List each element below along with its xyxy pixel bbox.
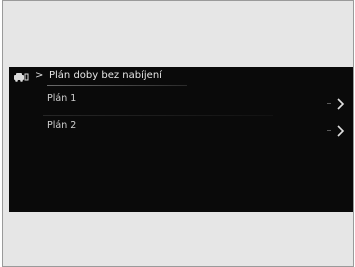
screen-header: > Plán doby bez nabíjení [9, 67, 353, 85]
row-dash [327, 130, 331, 131]
plan-1-label: Plán 1 [47, 93, 77, 104]
page-title: Plán doby bez nabíjení [49, 70, 162, 81]
chevron-right-icon [335, 96, 345, 110]
car-charging-icon [14, 71, 30, 82]
plan-2-label: Plán 2 [47, 120, 77, 131]
infotainment-screen: > Plán doby bez nabíjení Plán 1 Plán 2 [9, 67, 353, 212]
row-dash [327, 103, 331, 104]
display-frame: > Plán doby bez nabíjení Plán 1 Plán 2 [2, 0, 354, 267]
row-divider [43, 115, 273, 116]
list-item-plan-1[interactable]: Plán 1 [9, 90, 353, 116]
back-chevron-icon[interactable]: > [35, 67, 43, 85]
list-item-plan-2[interactable]: Plán 2 [9, 117, 353, 143]
chevron-right-icon [335, 123, 345, 137]
header-divider [47, 85, 187, 86]
